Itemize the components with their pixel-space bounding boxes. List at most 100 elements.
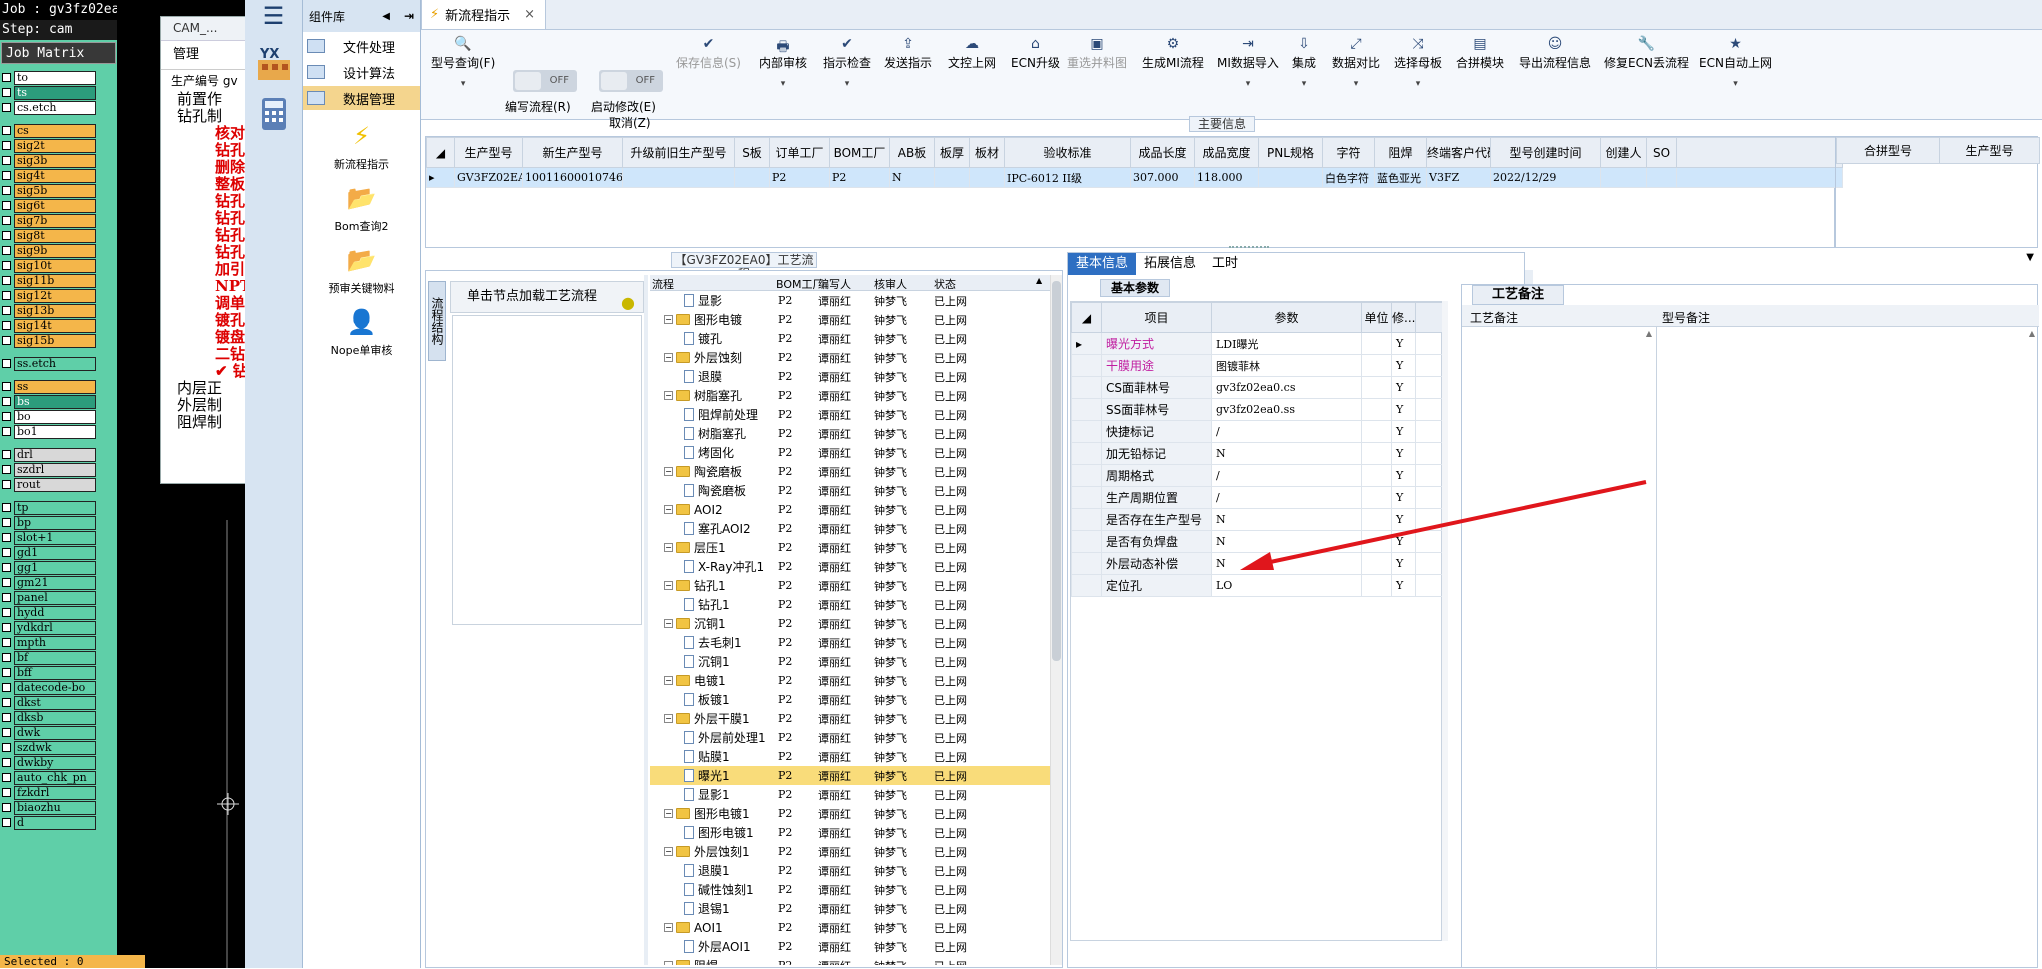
layer-row[interactable]: sig6t bbox=[0, 198, 117, 213]
row-indicator[interactable] bbox=[1071, 376, 1102, 399]
layer-checkbox[interactable] bbox=[2, 73, 11, 82]
tree-node[interactable]: 钻孔 bbox=[177, 244, 247, 261]
layer-row[interactable]: sig15b bbox=[0, 333, 117, 348]
layer-checkbox[interactable] bbox=[2, 668, 11, 677]
column-header[interactable]: S板 bbox=[734, 137, 770, 168]
process-row[interactable]: − 图形电镀 P2 谭丽红 钟梦飞 已上网 bbox=[650, 310, 1050, 329]
process-row[interactable]: 外层前处理1 P2 谭丽红 钟梦飞 已上网 bbox=[650, 728, 1050, 747]
param-value[interactable]: LDI曝光 bbox=[1211, 332, 1362, 355]
column-header[interactable]: PNL规格 bbox=[1258, 137, 1323, 168]
param-value[interactable]: 图镀菲林 bbox=[1211, 354, 1362, 377]
collapse-icon[interactable]: − bbox=[664, 353, 673, 362]
layer-checkbox[interactable] bbox=[2, 548, 11, 557]
layer-checkbox[interactable] bbox=[2, 593, 11, 602]
column-header[interactable]: 字符 bbox=[1322, 137, 1375, 168]
tab-basic-params[interactable]: 基本参数 bbox=[1100, 279, 1170, 297]
grid-corner[interactable]: ◢ bbox=[426, 137, 455, 168]
layer-row[interactable]: rout bbox=[0, 477, 117, 492]
collapse-icon[interactable]: − bbox=[664, 619, 673, 628]
layer-name[interactable]: dwkby bbox=[14, 755, 96, 770]
column-header[interactable]: 成品长度 bbox=[1130, 137, 1195, 168]
param-value[interactable]: gv3fz02ea0.cs bbox=[1211, 376, 1362, 399]
process-row[interactable]: 退锡1 P2 谭丽红 钟梦飞 已上网 bbox=[650, 899, 1050, 918]
toolbar-button[interactable]: ★ ECN自动上网 ▾ bbox=[1699, 36, 1772, 89]
model-notes-textarea[interactable]: ▲ bbox=[1657, 327, 2039, 969]
param-unit[interactable] bbox=[1361, 376, 1392, 399]
process-column-header[interactable]: 状态 bbox=[934, 276, 956, 292]
process-row[interactable]: − AOI2 P2 谭丽红 钟梦飞 已上网 bbox=[650, 500, 1050, 519]
chevron-down-icon[interactable]: ▾ bbox=[1292, 79, 1316, 89]
layer-checkbox[interactable] bbox=[2, 818, 11, 827]
layer-name[interactable]: bp bbox=[14, 515, 96, 530]
layer-name[interactable]: mpth bbox=[14, 635, 96, 650]
column-header[interactable]: AB板 bbox=[889, 137, 935, 168]
basic-info-tab[interactable]: 基本信息 bbox=[1068, 253, 1137, 275]
layer-name[interactable]: szdwk bbox=[14, 740, 96, 755]
process-row[interactable]: 陶瓷磨板 P2 谭丽红 钟梦飞 已上网 bbox=[650, 481, 1050, 500]
layer-checkbox[interactable] bbox=[2, 533, 11, 542]
basic-info-tab[interactable]: 拓展信息 bbox=[1136, 253, 1204, 275]
tree-node[interactable]: 核对 bbox=[177, 125, 247, 142]
collapse-icon[interactable]: − bbox=[664, 581, 673, 590]
tree-node[interactable]: ✔ 钻 bbox=[177, 363, 247, 380]
scroll-thumb[interactable] bbox=[1052, 281, 1061, 661]
process-row[interactable]: 退膜1 P2 谭丽红 钟梦飞 已上网 bbox=[650, 861, 1050, 880]
column-header[interactable]: 升级前旧生产型号 bbox=[622, 137, 735, 168]
layer-checkbox[interactable] bbox=[2, 359, 11, 368]
layer-name[interactable]: biaozhu bbox=[14, 800, 96, 815]
layer-name[interactable]: sig8t bbox=[14, 228, 96, 243]
layer-row[interactable]: bp bbox=[0, 515, 117, 530]
param-unit[interactable] bbox=[1361, 332, 1392, 355]
toolbar-button[interactable]: ✔ 保存信息(S) bbox=[676, 36, 741, 71]
param-value[interactable]: / bbox=[1211, 420, 1362, 443]
layer-row[interactable]: cs.etch bbox=[0, 100, 117, 115]
layer-name[interactable]: bf bbox=[14, 650, 96, 665]
collapse-icon[interactable]: − bbox=[664, 714, 673, 723]
basic-info-tab[interactable]: 工时 bbox=[1204, 253, 1246, 275]
row-indicator[interactable] bbox=[1071, 530, 1102, 553]
cancel-label[interactable]: 取消(Z) bbox=[609, 114, 651, 131]
layer-row[interactable]: dkst bbox=[0, 695, 117, 710]
layer-name[interactable]: sig3b bbox=[14, 153, 96, 168]
chevron-down-icon[interactable]: ▾ bbox=[1217, 79, 1279, 89]
toolbar-button[interactable]: ☁ 文控上网 bbox=[948, 36, 996, 71]
tree-node[interactable]: 外层制 bbox=[177, 397, 247, 414]
tool-item[interactable]: 📂 Bom查询2 bbox=[303, 184, 420, 234]
column-header[interactable]: 板厚 bbox=[934, 137, 970, 168]
tree-node[interactable]: 钻孔 bbox=[177, 227, 247, 244]
process-column-header[interactable]: 编写人 bbox=[818, 276, 851, 292]
layer-name[interactable]: sig4t bbox=[14, 168, 96, 183]
tree-node[interactable]: 钻孔 bbox=[177, 210, 247, 227]
row-indicator[interactable] bbox=[1071, 486, 1102, 509]
layer-row[interactable]: sig3b bbox=[0, 153, 117, 168]
layer-row[interactable]: gm21◆ bbox=[0, 575, 117, 590]
tree-node[interactable]: 钻孔制 bbox=[177, 108, 247, 125]
column-header[interactable]: 型号创建时间 bbox=[1490, 137, 1601, 168]
chevron-down-icon[interactable]: ▾ bbox=[823, 79, 871, 89]
production-model-header[interactable]: 生产型号 bbox=[1939, 137, 2040, 164]
layer-row[interactable]: biaozhu bbox=[0, 800, 117, 815]
hamburger-menu-icon[interactable]: ☰ bbox=[245, 0, 302, 32]
process-row[interactable]: − 图形电镀1 P2 谭丽红 钟梦飞 已上网 bbox=[650, 804, 1050, 823]
process-column-header[interactable]: 核审人 bbox=[874, 276, 907, 292]
collapse-icon[interactable]: − bbox=[664, 543, 673, 552]
collapse-icon[interactable]: − bbox=[664, 505, 673, 514]
scroll-up-icon[interactable]: ▲ bbox=[1036, 276, 1042, 285]
toolbar-button[interactable]: ⇪ 发送指示 bbox=[884, 36, 932, 71]
process-row[interactable]: 外层AOI1 P2 谭丽红 钟梦飞 已上网 bbox=[650, 937, 1050, 956]
layer-checkbox[interactable] bbox=[2, 261, 11, 270]
layer-name[interactable]: rout bbox=[14, 477, 96, 492]
layer-checkbox[interactable] bbox=[2, 503, 11, 512]
production-number-field[interactable]: 生产编号 gv bbox=[161, 69, 247, 91]
process-row[interactable]: − 外层干膜1 P2 谭丽红 钟梦飞 已上网 bbox=[650, 709, 1050, 728]
process-row[interactable]: − 沉铜1 P2 谭丽红 钟梦飞 已上网 bbox=[650, 614, 1050, 633]
layer-checkbox[interactable] bbox=[2, 578, 11, 587]
layer-name[interactable]: fzkdrl bbox=[14, 785, 96, 800]
tree-node[interactable]: 镀盘 bbox=[177, 329, 247, 346]
tree-node[interactable]: 钻孔 bbox=[177, 193, 247, 210]
column-header[interactable]: 订单工厂 bbox=[769, 137, 830, 168]
layer-row[interactable]: ydkdrl bbox=[0, 620, 117, 635]
params-corner[interactable]: ◢ bbox=[1071, 302, 1102, 333]
process-row[interactable]: 钻孔1 P2 谭丽红 钟梦飞 已上网 bbox=[650, 595, 1050, 614]
layer-name[interactable]: datecode-bo bbox=[14, 680, 96, 695]
